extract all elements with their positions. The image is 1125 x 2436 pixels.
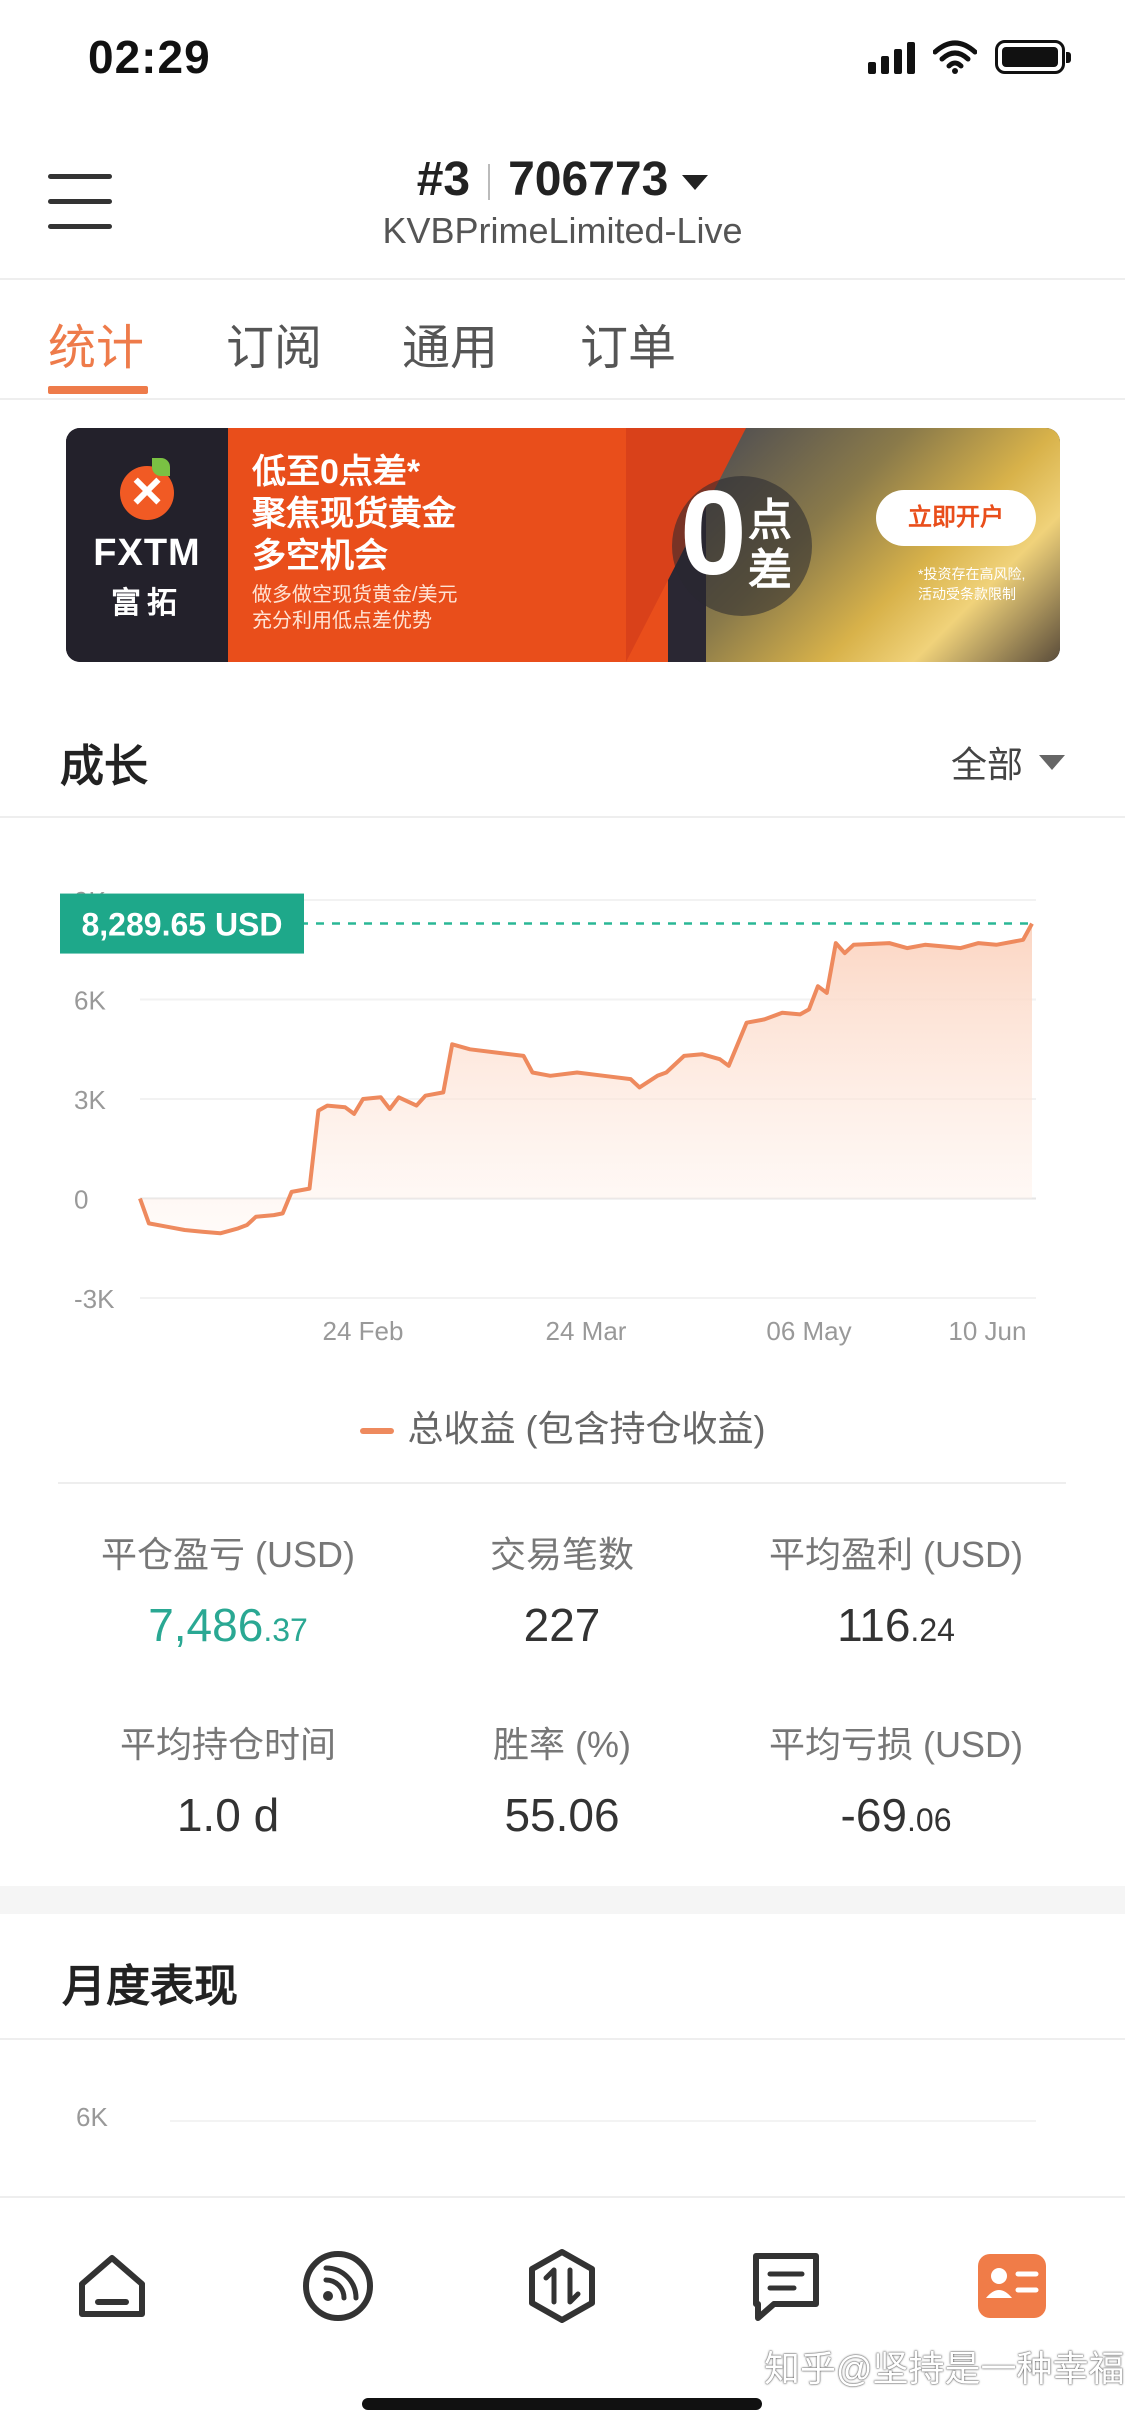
- banner-zero: 0: [680, 466, 747, 600]
- y-tick-label: 6K: [74, 986, 106, 1016]
- home-icon: [79, 2255, 145, 2317]
- trade-icon: [529, 2249, 595, 2323]
- x-tick-label: 10 Jun: [948, 1316, 1026, 1346]
- signal-feed-icon: [303, 2251, 373, 2321]
- section-gap: [0, 1886, 1125, 1914]
- risk-note-2: 活动受条款限制: [918, 586, 1016, 602]
- y-tick-label: 0: [74, 1185, 88, 1215]
- stat-label: 平均盈利 (USD): [769, 1534, 1023, 1575]
- risk-note-1: *投资存在高风险,: [918, 566, 1026, 582]
- fxtm-logo: FXTM 富拓: [66, 428, 228, 662]
- account-id: 706773: [508, 153, 669, 206]
- banner-zero-cha: 差: [748, 546, 792, 595]
- wifi-icon: [933, 40, 977, 74]
- monthly-gridline: [170, 2120, 1036, 2122]
- monthly-title: 月度表现: [62, 1962, 238, 2011]
- nav-messages[interactable]: [746, 2246, 826, 2326]
- range-filter[interactable]: 全部: [951, 736, 1065, 788]
- active-tab-indicator: [48, 386, 148, 394]
- nav-trade[interactable]: [522, 2246, 602, 2326]
- profile-card-icon: [978, 2254, 1046, 2318]
- legend-label: 总收益 (包含持仓收益): [407, 1408, 766, 1449]
- stats-divider: [58, 1482, 1066, 1484]
- watermark: 知乎@坚持是一种幸福: [764, 2348, 1125, 2389]
- stat-value: -69.06: [840, 1789, 952, 1841]
- stat-item: 平均盈利 (USD) 116.24: [726, 1526, 1066, 1652]
- stat-label: 胜率 (%): [493, 1724, 631, 1765]
- x-tick-label: 24 Feb: [323, 1316, 404, 1346]
- stat-value: 227: [523, 1599, 601, 1651]
- cellular-signal-icon: [868, 40, 915, 74]
- fxtm-brand: FXTM: [93, 532, 201, 574]
- stat-label: 平均持仓时间: [119, 1724, 336, 1765]
- promo-banner[interactable]: FXTM 富拓 低至0点差* 聚焦现货黄金 多空机会 做多做空现货黄金/美元 充…: [66, 428, 1060, 662]
- stat-value: 116.24: [837, 1599, 955, 1651]
- home-indicator[interactable]: [362, 2398, 762, 2410]
- growth-title: 成长: [60, 742, 148, 791]
- server-name: KVBPrimeLimited-Live: [382, 210, 743, 251]
- account-selector[interactable]: #3 706773: [0, 152, 1125, 207]
- tab-bar: 统计 订阅 通用 订单: [0, 290, 1125, 398]
- tab-statistics[interactable]: 统计: [48, 308, 144, 378]
- monthly-y-tick: 6K: [76, 2102, 108, 2132]
- caret-down-icon: [1039, 754, 1065, 770]
- growth-area: [140, 923, 1032, 1234]
- current-value-label: 8,289.65 USD: [81, 907, 282, 943]
- stat-item: 胜率 (%) 55.06: [392, 1716, 732, 1842]
- growth-chart-svg: 9K6K3K0-3K24 Feb24 Mar06 May10 Jun8,289.…: [60, 886, 1036, 1346]
- banner-subtext-1: 做多做空现货黄金/美元: [252, 584, 458, 606]
- growth-divider: [0, 816, 1125, 818]
- chat-icon: [753, 2253, 819, 2321]
- banner-subtext-2: 充分利用低点差优势: [252, 610, 432, 632]
- account-number: #3: [416, 153, 471, 206]
- tab-orders[interactable]: 订单: [580, 308, 676, 378]
- header-divider: [0, 278, 1125, 280]
- stat-label: 平仓盈亏 (USD): [101, 1534, 355, 1575]
- range-filter-label: 全部: [950, 744, 1023, 785]
- monthly-divider: [0, 2038, 1125, 2040]
- y-tick-label: -3K: [74, 1284, 115, 1314]
- stat-item: 平均持仓时间 1.0 d: [58, 1716, 398, 1842]
- status-bar: 02:29: [0, 0, 1125, 120]
- tab-general[interactable]: 通用: [402, 308, 498, 378]
- chart-legend: 总收益 (包含持仓收益): [0, 1400, 1125, 1452]
- nav-profile[interactable]: [972, 2246, 1052, 2326]
- caret-down-icon: [682, 174, 709, 190]
- x-tick-label: 06 May: [766, 1316, 851, 1346]
- status-icons: [868, 40, 1071, 74]
- stat-value: 55.06: [504, 1789, 620, 1841]
- nav-home[interactable]: [72, 2246, 152, 2326]
- stat-label: 交易笔数: [489, 1534, 634, 1575]
- stat-item: 交易笔数 227: [392, 1526, 732, 1652]
- battery-icon: [995, 40, 1071, 74]
- banner-headline-3: 多空机会: [252, 537, 388, 575]
- stat-value: 1.0 d: [176, 1789, 280, 1841]
- stat-item: 平均亏损 (USD) -69.06: [726, 1716, 1066, 1842]
- nav-signals[interactable]: [298, 2246, 378, 2326]
- growth-chart: 9K6K3K0-3K24 Feb24 Mar06 May10 Jun8,289.…: [0, 830, 1125, 1350]
- fxtm-brand-cn: 富拓: [111, 587, 183, 620]
- tabs-divider: [0, 398, 1125, 400]
- open-account-button[interactable]: 立即开户: [876, 490, 1036, 546]
- stat-item: 平仓盈亏 (USD) 7,486.37: [58, 1526, 398, 1652]
- legend-swatch: [359, 1428, 394, 1435]
- y-tick-label: 3K: [74, 1085, 106, 1115]
- x-tick-label: 24 Mar: [546, 1316, 627, 1346]
- app-header: #3 706773 KVBPrimeLimited-Live: [0, 130, 1125, 280]
- stat-value: 7,486.37: [148, 1599, 308, 1651]
- tab-subscribe[interactable]: 订阅: [226, 308, 322, 378]
- status-time: 02:29: [88, 31, 211, 83]
- stat-label: 平均亏损 (USD): [769, 1724, 1023, 1765]
